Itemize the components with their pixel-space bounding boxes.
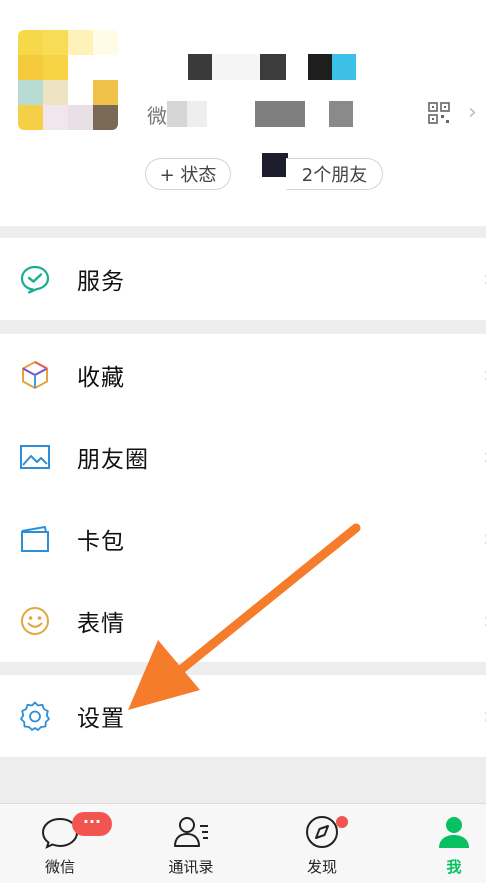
notification-dot: [336, 816, 348, 828]
person-icon: [439, 817, 469, 848]
tab-discover[interactable]: 发现: [277, 804, 367, 883]
tab-me[interactable]: 我: [409, 804, 486, 883]
tab-contacts[interactable]: 通讯录: [146, 804, 236, 883]
contacts-icon: [174, 817, 208, 847]
tab-label-chats: 微信: [44, 858, 75, 876]
unread-badge: ···: [72, 812, 112, 836]
annotation-arrow: [128, 523, 361, 710]
tab-label-contacts: 通讯录: [168, 858, 214, 876]
bottom-tab-bar: 微信 ··· 通讯录 发现 我: [0, 803, 486, 883]
tab-label-discover: 发现: [306, 858, 337, 876]
tab-label-me: 我: [446, 858, 462, 876]
